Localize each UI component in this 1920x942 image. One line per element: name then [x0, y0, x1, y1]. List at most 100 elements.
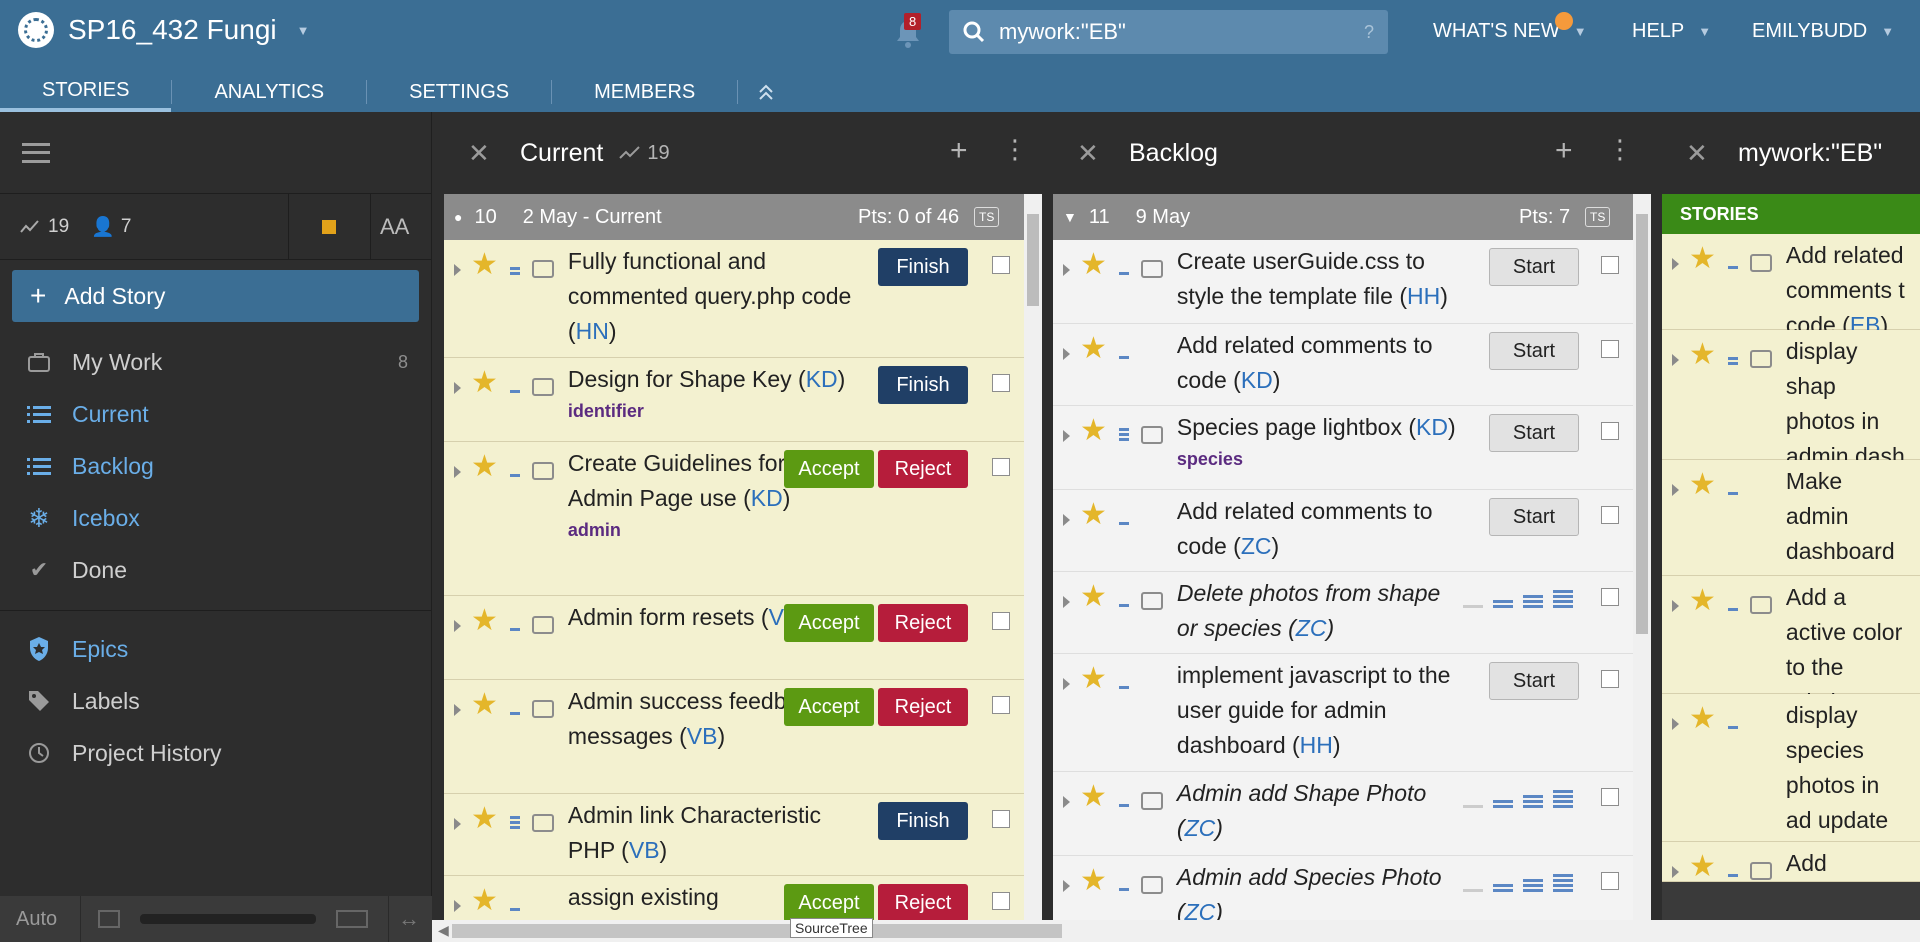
reject-button[interactable]: Reject	[878, 604, 968, 642]
select-story-checkbox[interactable]	[1601, 256, 1619, 274]
story-title[interactable]: Fully functional and commented query.php…	[568, 244, 852, 349]
scroll-left-icon[interactable]: ◀	[438, 922, 449, 939]
star-icon[interactable]: ★	[471, 250, 498, 280]
story-title[interactable]: Admin add Species Photo (ZC)	[1177, 860, 1463, 920]
owner-initials[interactable]: KD	[751, 485, 783, 511]
story-row[interactable]: ★ Delete photos from shape or species (ZC…	[1053, 572, 1633, 654]
story-color-swatch[interactable]	[322, 220, 336, 234]
start-button[interactable]: Start	[1489, 498, 1579, 536]
hamburger-menu-icon[interactable]	[22, 142, 50, 163]
expand-story-icon[interactable]	[454, 704, 461, 716]
user-menu[interactable]: EMILYBUDD ▼	[1752, 20, 1894, 43]
expand-story-icon[interactable]	[1063, 880, 1070, 892]
owner-initials[interactable]: ZC	[1296, 615, 1327, 641]
star-icon[interactable]: ★	[1689, 244, 1716, 274]
search-input[interactable]: mywork:"EB"	[999, 19, 1364, 45]
tab-members[interactable]: MEMBERS	[552, 72, 737, 112]
story-row[interactable]: ★ Admin add Species Photo (ZC)	[1053, 856, 1633, 920]
accept-button[interactable]: Accept	[784, 884, 874, 920]
owner-initials[interactable]: HH	[1407, 283, 1440, 309]
estimate-picker[interactable]	[1463, 870, 1573, 892]
owner-initials[interactable]: ZC	[1241, 533, 1272, 559]
story-row[interactable]: ★Add a active color to the admin navig	[1662, 576, 1920, 750]
owner-initials[interactable]: HN	[576, 318, 609, 344]
story-row[interactable]: ★Admin form resets (VB)AcceptReject	[444, 596, 1024, 680]
accept-button[interactable]: Accept	[784, 450, 874, 488]
star-icon[interactable]: ★	[1689, 704, 1716, 734]
select-story-checkbox[interactable]	[992, 374, 1010, 392]
sidebar-item-current[interactable]: Current	[0, 388, 431, 440]
expand-story-icon[interactable]	[1672, 866, 1679, 878]
star-icon[interactable]: ★	[471, 368, 498, 398]
story-title[interactable]: Species page lightbox (KD) species	[1177, 410, 1463, 473]
story-label[interactable]: identifier	[568, 397, 852, 425]
estimate-picker[interactable]	[1463, 586, 1573, 608]
expand-story-icon[interactable]	[1063, 596, 1070, 608]
font-size-toggle[interactable]: AA	[380, 214, 409, 240]
timestamp-toggle[interactable]: TS	[1585, 207, 1611, 227]
help-menu[interactable]: HELP ▼	[1632, 20, 1711, 43]
columns-icon[interactable]	[98, 910, 120, 928]
select-story-checkbox[interactable]	[992, 256, 1010, 274]
more-options-icon[interactable]: ⋮	[1002, 134, 1028, 165]
story-label[interactable]: species	[1177, 445, 1463, 473]
story-label[interactable]: admin	[568, 516, 852, 544]
timestamp-toggle[interactable]: TS	[974, 207, 1000, 227]
expand-story-icon[interactable]	[454, 264, 461, 276]
star-icon[interactable]: ★	[1080, 866, 1107, 896]
story-row[interactable]: ★ implement javascript to the user guide …	[1053, 654, 1633, 772]
close-panel-icon[interactable]: ✕	[1686, 138, 1738, 169]
expand-story-icon[interactable]	[454, 818, 461, 830]
width-slider[interactable]	[140, 914, 316, 924]
user-name[interactable]: EMILYBUDD	[1752, 20, 1867, 43]
start-button[interactable]: Start	[1489, 414, 1579, 452]
project-switcher[interactable]: SP16_432 Fungi ▼	[18, 12, 309, 48]
start-button[interactable]: Start	[1489, 248, 1579, 286]
tab-settings[interactable]: SETTINGS	[367, 72, 551, 112]
select-story-checkbox[interactable]	[992, 612, 1010, 630]
add-story-button[interactable]: + Add Story	[12, 270, 419, 322]
select-story-checkbox[interactable]	[1601, 422, 1619, 440]
star-icon[interactable]: ★	[471, 886, 498, 916]
scrollbar[interactable]	[1024, 194, 1042, 920]
iteration-header[interactable]: ▼ 11 9 May Pts: 7 TS	[1053, 194, 1633, 240]
scrollbar[interactable]	[1633, 194, 1651, 920]
sidebar-item-backlog[interactable]: Backlog	[0, 440, 431, 492]
estimate-picker[interactable]	[1463, 786, 1573, 808]
star-icon[interactable]: ★	[1689, 470, 1716, 500]
start-button[interactable]: Start	[1489, 332, 1579, 370]
reject-button[interactable]: Reject	[878, 884, 968, 920]
expand-story-icon[interactable]	[1672, 718, 1679, 730]
story-row[interactable]: ★ Create Guidelines for Admin Page use (K…	[444, 442, 1024, 596]
search-help-icon[interactable]: ?	[1364, 22, 1374, 43]
select-story-checkbox[interactable]	[1601, 670, 1619, 688]
expand-story-icon[interactable]	[1063, 430, 1070, 442]
reject-button[interactable]: Reject	[878, 450, 968, 488]
story-title[interactable]: Add related comments t code (EB)	[1786, 238, 1906, 343]
select-story-checkbox[interactable]	[1601, 506, 1619, 524]
story-title[interactable]: Admin add Shape Photo (ZC)	[1177, 776, 1463, 846]
star-icon[interactable]: ★	[1080, 250, 1107, 280]
story-title[interactable]: Add	[1786, 846, 1906, 881]
select-story-checkbox[interactable]	[992, 458, 1010, 476]
add-icon[interactable]: +	[950, 134, 968, 168]
star-icon[interactable]: ★	[1080, 782, 1107, 812]
story-row[interactable]: ★ Admin link Characteristic PHP (VB) Finis…	[444, 794, 1024, 876]
story-title[interactable]: Admin link Characteristic PHP (VB)	[568, 798, 852, 868]
owner-initials[interactable]: VB	[687, 723, 718, 749]
select-story-checkbox[interactable]	[992, 810, 1010, 828]
iteration-header[interactable]: ● 10 2 May - Current Pts: 0 of 46 TS	[444, 194, 1024, 240]
accept-button[interactable]: Accept	[784, 604, 874, 642]
select-story-checkbox[interactable]	[992, 892, 1010, 910]
finish-button[interactable]: Finish	[878, 248, 968, 286]
members-stat[interactable]: 👤 7	[91, 215, 131, 239]
star-icon[interactable]: ★	[1689, 340, 1716, 370]
story-row[interactable]: ★ Add related comments to code (KD) Start	[1053, 324, 1633, 406]
tab-analytics[interactable]: ANALYTICS	[172, 72, 366, 112]
story-row[interactable]: ★display shap photos in admin dash featu…	[1662, 330, 1920, 539]
expand-story-icon[interactable]	[1672, 484, 1679, 496]
project-name[interactable]: SP16_432 Fungi	[68, 14, 277, 46]
star-icon[interactable]: ★	[1689, 586, 1716, 616]
story-row[interactable]: ★ Species page lightbox (KD) species Start	[1053, 406, 1633, 490]
story-row[interactable]: ★ Add	[1662, 842, 1920, 882]
